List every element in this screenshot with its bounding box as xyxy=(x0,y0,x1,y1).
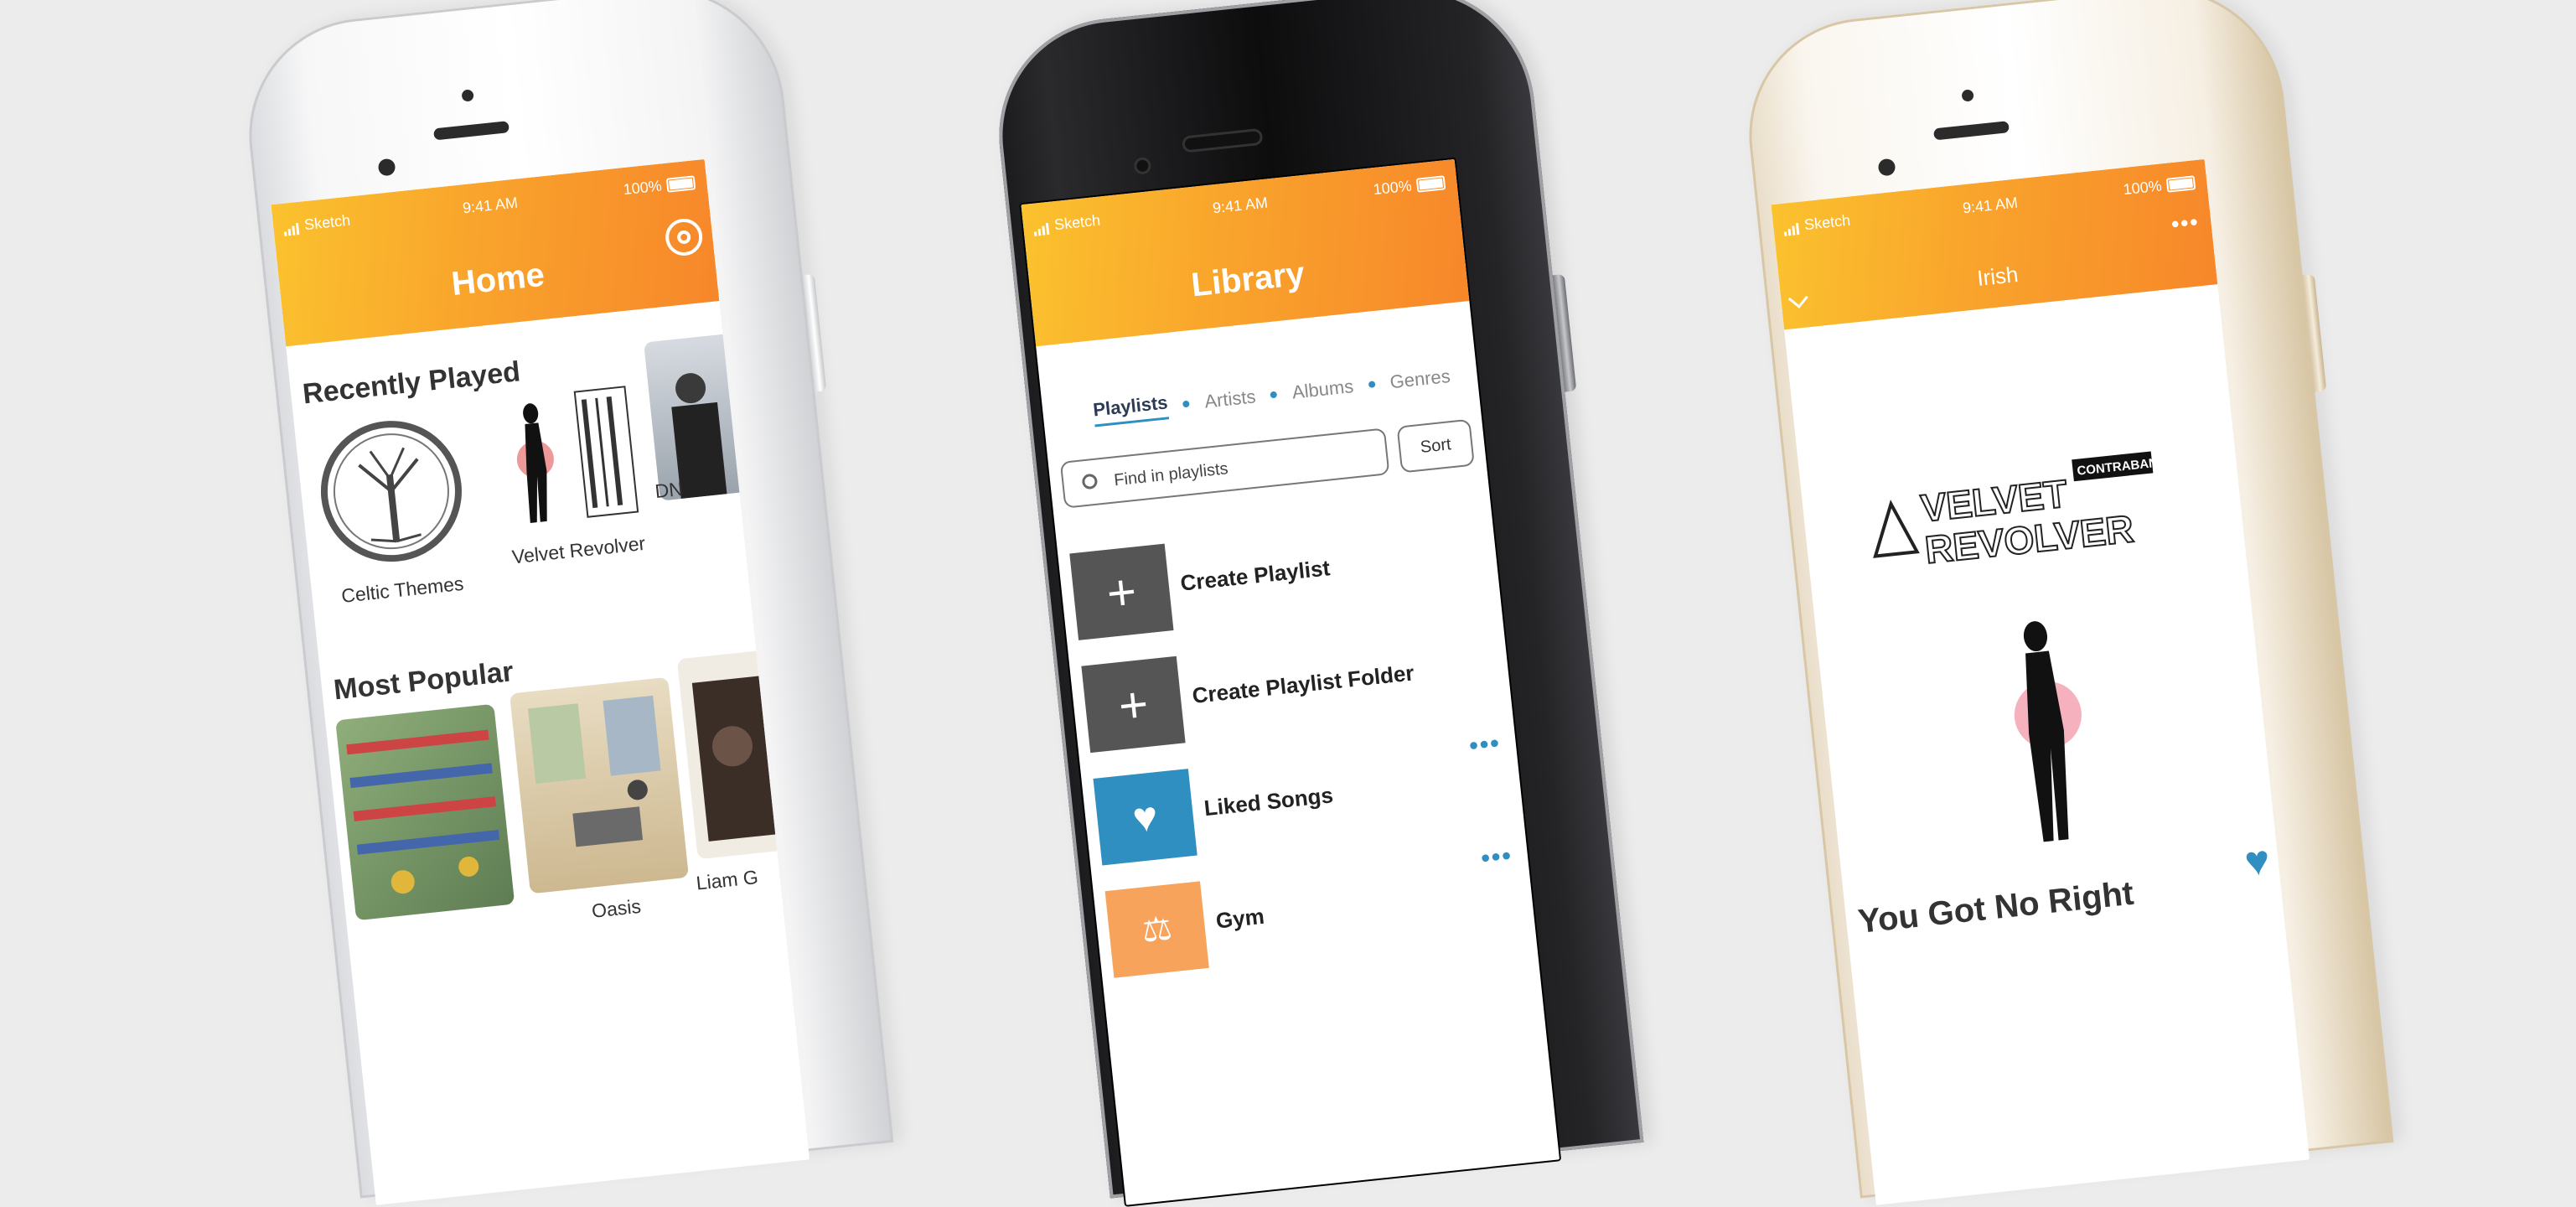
album-oasis[interactable] xyxy=(509,676,690,894)
song-title: You Got No Right xyxy=(1856,874,2136,940)
plus-icon: + xyxy=(1081,655,1186,754)
logo-artwork: VELVET REVOLVER CONTRABAND xyxy=(1873,451,2168,572)
sort-button[interactable]: Sort xyxy=(1396,418,1475,474)
phone-player: Sketch 9:41 AM 100% Irish ••• VELVET REV… xyxy=(1737,0,2394,1205)
front-camera xyxy=(1961,89,1974,102)
album-caption: Celtic Themes xyxy=(340,572,465,607)
row-label: Create Playlist xyxy=(1179,555,1332,596)
sensor xyxy=(377,158,396,177)
battery-icon xyxy=(2165,175,2196,193)
front-camera xyxy=(1135,159,1150,173)
album-caption xyxy=(354,916,521,934)
plus-icon: + xyxy=(1069,543,1174,640)
oasis-artwork xyxy=(527,695,661,847)
list-item[interactable]: + Create Playlist xyxy=(1069,510,1488,640)
more-options-button[interactable]: ••• xyxy=(2170,209,2201,237)
row-label: Gym xyxy=(1214,903,1266,934)
page-title: Library xyxy=(1189,255,1306,304)
screen-player: Sketch 9:41 AM 100% Irish ••• VELVET REV… xyxy=(1771,158,2310,1205)
liam-artwork xyxy=(691,676,776,842)
tab-separator xyxy=(1270,391,1278,398)
tree-artwork xyxy=(320,421,462,562)
earpiece-speaker xyxy=(433,121,510,141)
screen-library: Sketch 9:41 AM 100% Library Playlists Ar… xyxy=(1021,158,1560,1205)
tab-albums[interactable]: Albums xyxy=(1291,376,1355,404)
tab-genres[interactable]: Genres xyxy=(1389,365,1451,392)
search-placeholder: Find in playlists xyxy=(1113,459,1229,490)
filter-tabs: Playlists Artists Albums Genres xyxy=(1092,362,1451,427)
band-logo: VELVET REVOLVER CONTRABAND xyxy=(1849,431,2196,591)
album-velvet-revolver[interactable] xyxy=(477,368,653,544)
most-popular-title: Most Popular xyxy=(332,655,515,707)
row-label: Create Playlist Folder xyxy=(1191,660,1415,709)
list-item[interactable]: ⚖ Gym ••• xyxy=(1104,842,1524,978)
front-camera xyxy=(461,89,474,102)
album-caption: Oasis xyxy=(590,894,643,922)
tab-playlists[interactable]: Playlists xyxy=(1092,391,1170,427)
heart-icon[interactable]: ♥ xyxy=(2242,836,2273,887)
silhouette-artwork xyxy=(516,386,639,523)
nav-bar: Sketch 9:41 AM 100% Home xyxy=(271,158,720,347)
row-label: Liked Songs xyxy=(1203,782,1335,821)
album-celtic-themes[interactable] xyxy=(304,407,478,575)
album-artwork xyxy=(1975,609,2117,855)
battery: 100% xyxy=(1373,174,1446,199)
tab-separator xyxy=(1182,400,1190,407)
tab-artists[interactable]: Artists xyxy=(1203,386,1257,412)
side-button xyxy=(802,273,827,392)
screen-home: Sketch 9:41 AM 100% Home Recently Played xyxy=(271,158,810,1205)
side-button xyxy=(1552,273,1577,392)
album-stone-roses[interactable] xyxy=(335,703,515,921)
album-liam-gallagher[interactable] xyxy=(676,650,790,860)
page-title: Home xyxy=(449,256,546,303)
battery: 100% xyxy=(2123,174,2196,199)
more-options-button[interactable]: ••• xyxy=(1480,842,1514,873)
phone-library: Sketch 9:41 AM 100% Library Playlists Ar… xyxy=(987,0,1644,1205)
battery-icon xyxy=(665,175,696,193)
sensor xyxy=(1877,158,1896,177)
tab-separator xyxy=(1368,380,1376,388)
phone-home: Sketch 9:41 AM 100% Home Recently Played xyxy=(237,0,894,1205)
search-input[interactable]: Find in playlists xyxy=(1059,427,1390,509)
search-icon xyxy=(1081,473,1099,490)
playlist-title: Irish xyxy=(1975,261,2020,291)
status-bar: Sketch 9:41 AM 100% xyxy=(272,168,707,238)
list-item[interactable]: + Create Playlist Folder xyxy=(1081,623,1500,754)
album-caption: Liam G xyxy=(695,865,759,894)
side-button xyxy=(2302,273,2327,392)
more-options-button[interactable]: ••• xyxy=(1468,729,1503,761)
silhouette-artwork xyxy=(2014,621,2082,842)
stone-roses-artwork xyxy=(346,729,500,894)
battery: 100% xyxy=(623,174,696,199)
battery-icon xyxy=(1415,175,1446,193)
status-bar: Sketch 9:41 AM 100% xyxy=(1772,168,2207,238)
heart-icon: ♥ xyxy=(1093,769,1197,866)
nav-bar: Sketch 9:41 AM 100% Irish ••• xyxy=(1771,158,2218,330)
earpiece-speaker xyxy=(1933,121,2010,141)
dumbbell-icon: ⚖ xyxy=(1104,881,1209,978)
earpiece-speaker xyxy=(1184,131,1261,151)
list-item[interactable]: ♥ Liked Songs ••• xyxy=(1093,729,1512,866)
nav-bar: Sketch 9:41 AM 100% Library xyxy=(1021,158,1470,347)
status-bar: Sketch 9:41 AM 100% xyxy=(1022,168,1457,238)
